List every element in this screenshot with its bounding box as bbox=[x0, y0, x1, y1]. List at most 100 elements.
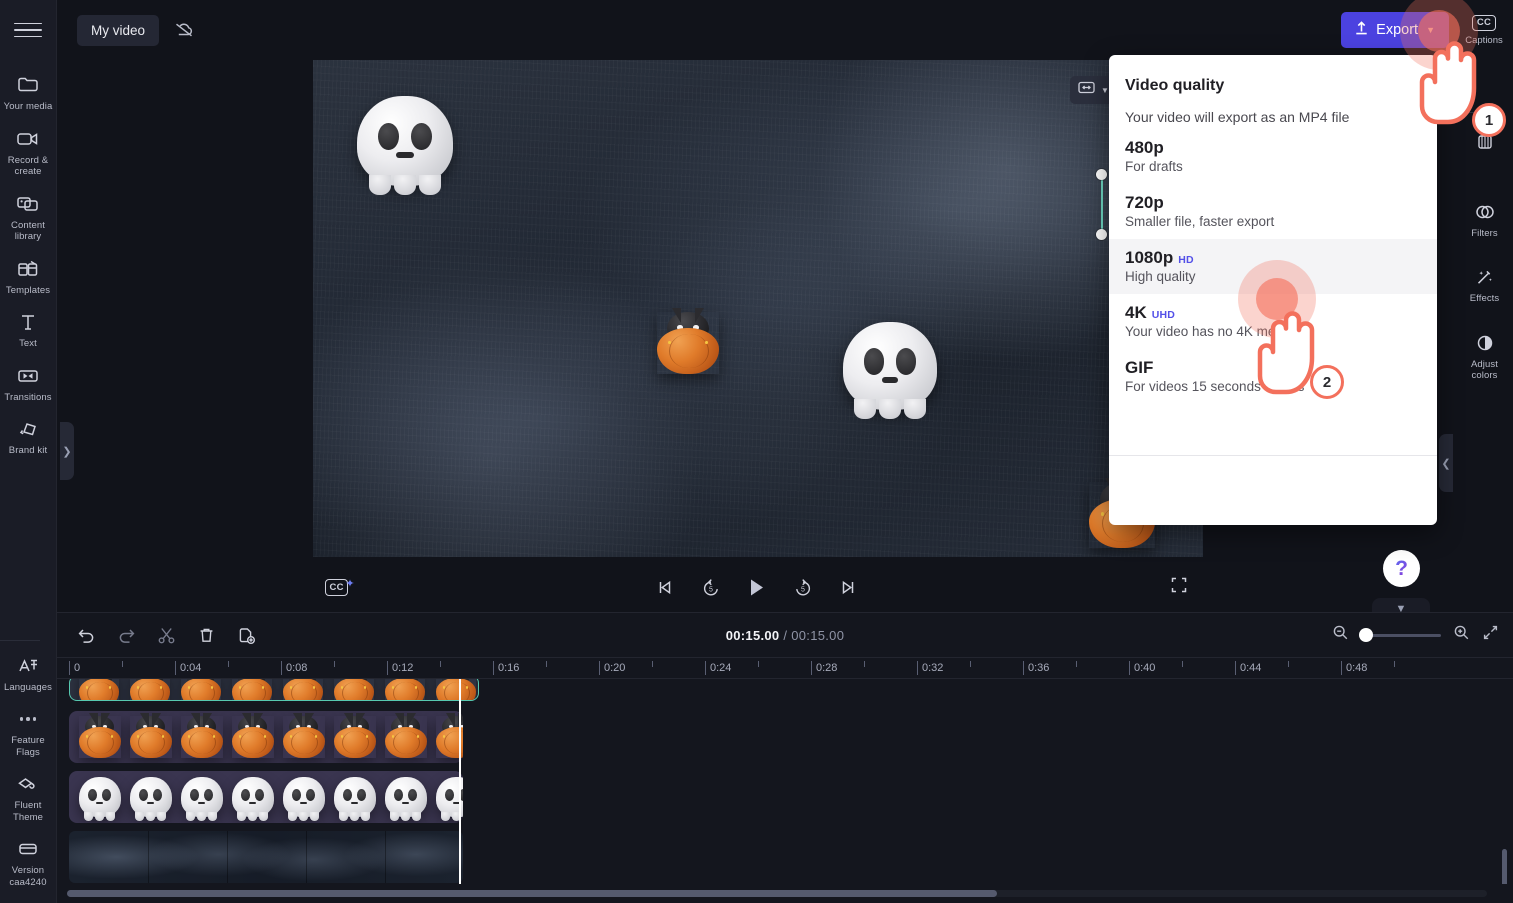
zoom-in-magnifier-icon[interactable] bbox=[1453, 624, 1470, 646]
captions-button[interactable]: CC Captions bbox=[1455, 14, 1513, 46]
zoom-out-magnifier-icon[interactable] bbox=[1332, 624, 1349, 646]
cloud-off-icon[interactable] bbox=[167, 14, 201, 46]
sidebar-item-content-library[interactable]: Content library bbox=[0, 185, 56, 250]
skull-thumb bbox=[384, 777, 427, 821]
undo-button[interactable] bbox=[71, 620, 101, 650]
skull-eye-icon bbox=[410, 123, 432, 150]
clip-thumbnail bbox=[124, 679, 175, 700]
fit-to-screen-icon[interactable] bbox=[1482, 624, 1499, 646]
pumpkin-cat-thumb bbox=[129, 679, 170, 700]
sidebar-item-fluent-theme[interactable]: Fluent Theme bbox=[0, 765, 56, 830]
hamburger-menu-icon[interactable] bbox=[14, 18, 42, 42]
fullscreen-button[interactable] bbox=[1170, 576, 1188, 599]
auto-captions-button[interactable]: CC ✦ bbox=[325, 578, 355, 596]
dropdown-divider bbox=[1109, 455, 1437, 456]
project-name-field[interactable]: My video bbox=[77, 14, 160, 46]
selection-handle-top-left[interactable] bbox=[1096, 169, 1107, 180]
playhead[interactable] bbox=[459, 679, 461, 884]
top-bar-right-group: Export ▼ CC Captions bbox=[1341, 0, 1513, 60]
chevron-down-icon: ▼ bbox=[1101, 85, 1109, 95]
pumpkin-cat-thumb bbox=[384, 679, 425, 700]
clip-thumbnail bbox=[277, 679, 328, 700]
clip-thumbnail bbox=[379, 679, 430, 700]
export-option-720p[interactable]: 720p Smaller file, faster export bbox=[1109, 184, 1437, 239]
sidebar-item-label: Languages bbox=[4, 681, 52, 693]
delete-button[interactable] bbox=[191, 620, 221, 650]
play-button[interactable] bbox=[744, 575, 770, 601]
skull-sprite[interactable] bbox=[843, 322, 937, 419]
sidebar-item-label: Transitions bbox=[4, 391, 52, 403]
zoom-slider[interactable] bbox=[1359, 628, 1441, 642]
magic-wand-icon bbox=[1472, 265, 1498, 289]
help-button[interactable]: ? bbox=[1383, 550, 1420, 587]
timeline-vertical-scrollbar[interactable] bbox=[1502, 849, 1507, 884]
skull-thumb bbox=[282, 777, 325, 821]
table-row[interactable] bbox=[69, 679, 479, 701]
pumpkin-cat-thumb bbox=[78, 713, 121, 758]
right-item-effects[interactable]: Effects bbox=[1456, 258, 1513, 312]
ruler-tick-label: 0 bbox=[74, 661, 81, 674]
sidebar-item-languages[interactable]: Languages bbox=[0, 647, 56, 701]
pumpkin-cat-thumb bbox=[333, 679, 374, 700]
right-item-label: Filters bbox=[1471, 227, 1498, 239]
pumpkin-body bbox=[384, 726, 427, 758]
pumpkin-body bbox=[129, 726, 172, 758]
sidebar-item-version[interactable]: Version caa4240 bbox=[0, 830, 56, 895]
skull-sprite[interactable] bbox=[357, 96, 453, 195]
table-row[interactable] bbox=[69, 711, 463, 763]
left-panel-expand-handle[interactable]: ❯ bbox=[60, 422, 74, 480]
export-option-480p[interactable]: 480p For drafts bbox=[1109, 129, 1437, 184]
selection-handle-bottom-left[interactable] bbox=[1096, 229, 1107, 240]
export-option-gif[interactable]: GIF For videos 15 seconds or less bbox=[1109, 349, 1437, 404]
sidebar-item-record-create[interactable]: Record & create bbox=[0, 120, 56, 185]
pumpkin-cat-sprite[interactable] bbox=[657, 308, 719, 374]
option-name: 1080p bbox=[1125, 248, 1174, 267]
scrollbar-thumb[interactable] bbox=[67, 890, 997, 897]
version-box-icon bbox=[15, 837, 41, 861]
sidebar-item-brand-kit[interactable]: Brand kit bbox=[0, 410, 56, 464]
sidebar-item-label: Templates bbox=[5, 284, 51, 296]
export-button[interactable]: Export ▼ bbox=[1341, 12, 1449, 48]
sidebar-item-your-media[interactable]: Your media bbox=[0, 66, 56, 120]
chevron-left-icon: ❮ bbox=[1441, 457, 1451, 470]
ruler-tick-label: 0:48 bbox=[1346, 661, 1368, 674]
timeline-horizontal-scrollbar[interactable] bbox=[67, 890, 1487, 897]
table-row[interactable] bbox=[69, 771, 463, 823]
timeline-ruler[interactable]: 0 0:04 0:08 0:12 0:16 0:20 0:24 0:28 0:32 0:36 0:4… bbox=[57, 657, 1513, 679]
skip-to-end-button[interactable] bbox=[836, 575, 862, 601]
sidebar-secondary-group: Languages Feature Flags Fluent Theme Ver… bbox=[0, 634, 56, 903]
skip-to-start-button[interactable] bbox=[652, 575, 678, 601]
sidebar-divider bbox=[0, 639, 40, 641]
rewind-5-button[interactable]: 5 bbox=[698, 575, 724, 601]
paint-theme-icon bbox=[15, 772, 41, 796]
pumpkin-body bbox=[231, 726, 274, 758]
pumpkin-body bbox=[129, 679, 170, 700]
option-name: 720p bbox=[1125, 193, 1164, 212]
split-button[interactable] bbox=[151, 620, 181, 650]
export-option-1080p[interactable]: 1080p HD High quality bbox=[1109, 239, 1437, 294]
forward-5-button[interactable]: 5 bbox=[790, 575, 816, 601]
zoom-slider-thumb[interactable] bbox=[1359, 628, 1373, 642]
clip-thumbnail bbox=[227, 713, 278, 758]
table-row[interactable] bbox=[69, 831, 463, 883]
pumpkin-cat-thumb bbox=[129, 713, 172, 758]
upload-arrow-icon bbox=[1354, 20, 1369, 40]
option-desc: For videos 15 seconds or less bbox=[1125, 379, 1305, 394]
right-item-adjust-colors[interactable]: Adjust colors bbox=[1456, 324, 1513, 389]
sidebar-item-text[interactable]: Text bbox=[0, 303, 56, 357]
right-item-filters[interactable]: Filters bbox=[1456, 193, 1513, 247]
captions-label: Captions bbox=[1465, 34, 1503, 46]
video-preview-canvas[interactable] bbox=[313, 60, 1203, 557]
ruler-tick-label: 0:12 bbox=[392, 661, 414, 674]
pumpkin-cat-thumb bbox=[78, 679, 119, 700]
sidebar-item-feature-flags[interactable]: Feature Flags bbox=[0, 700, 56, 765]
sidebar-item-templates[interactable]: Templates bbox=[0, 250, 56, 304]
sidebar-item-transitions[interactable]: Transitions bbox=[0, 357, 56, 411]
right-panel-collapse-handle[interactable]: ❮ bbox=[1439, 434, 1453, 492]
clip-thumbnail bbox=[329, 713, 380, 758]
pumpkin-body bbox=[282, 726, 325, 758]
export-option-4k[interactable]: 4K UHD Your video has no 4K media bbox=[1109, 294, 1437, 349]
skull-eye-icon bbox=[863, 348, 885, 375]
duplicate-button[interactable] bbox=[231, 620, 261, 650]
redo-button[interactable] bbox=[111, 620, 141, 650]
